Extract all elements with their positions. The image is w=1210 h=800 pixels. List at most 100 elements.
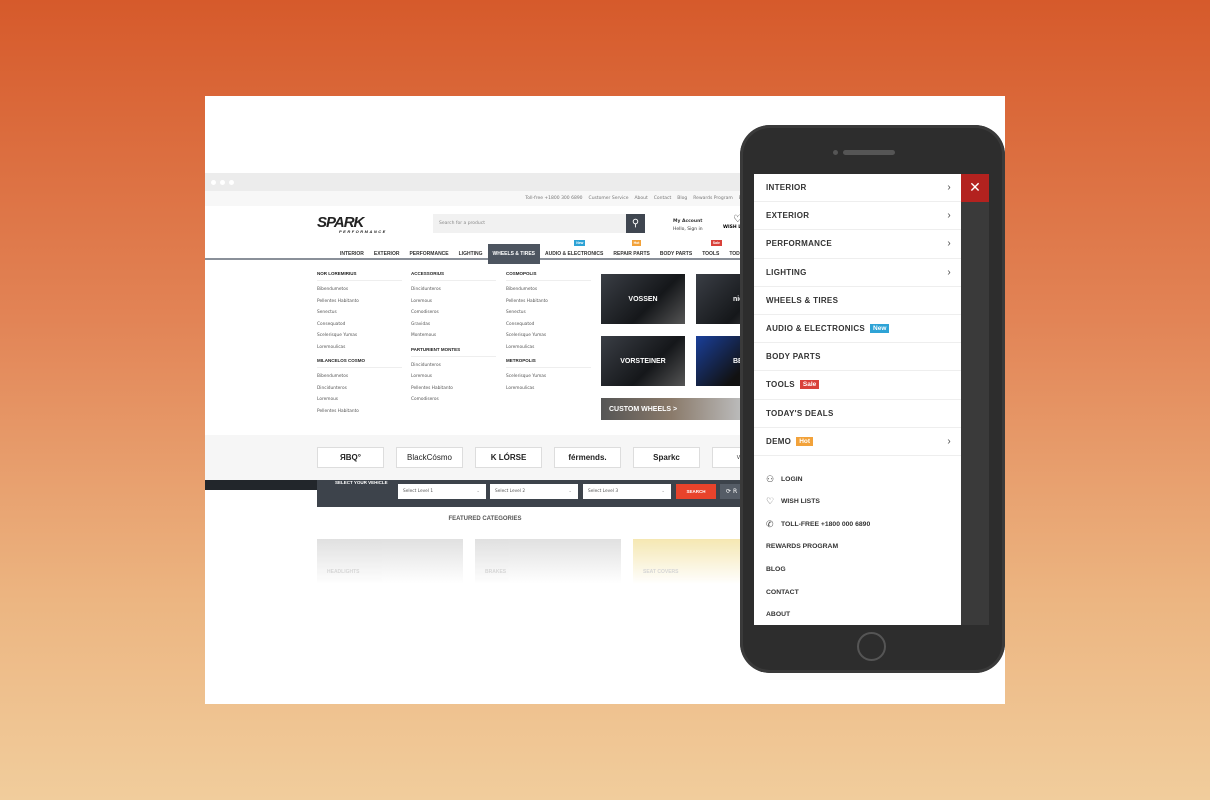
topbar-link[interactable]: Contact [654,196,672,201]
mobile-menu-item[interactable]: BODY PARTS [754,343,961,372]
badge-sale: Sale [710,240,722,246]
mega-link[interactable]: Pellentes Habitanto [506,299,591,311]
mega-link[interactable]: Bibendumetos [317,374,402,386]
mega-link[interactable]: Consequatod [317,322,402,334]
nav-item[interactable]: REPAIR PARTS Hot [608,240,654,264]
topbar-link[interactable]: Rewards Program [693,196,733,201]
mobile-menu-item[interactable]: DEMO Hot › [754,428,961,456]
brand-logo[interactable]: ЯBQ° [317,447,384,468]
mobile-link[interactable]: CONTACT [754,581,961,604]
mega-link[interactable]: Loremoulicas [317,345,402,357]
topbar-link[interactable]: Toll-free +1800 300 6890 [525,196,582,201]
logo[interactable]: SPARK PERFORMANCE [317,214,387,234]
level-1-select[interactable]: Select Level 1 ⌄ [398,484,486,499]
level-2-select[interactable]: Select Level 2 ⌄ [490,484,578,499]
mega-link[interactable]: Pellentes Habitanto [411,386,496,398]
mobile-menu-item[interactable]: AUDIO & ELECTRONICS New [754,315,961,344]
mega-link[interactable]: Scelerisque Yumas [317,333,402,345]
mega-link[interactable]: Scelerisque Yumas [506,374,591,386]
mega-link[interactable]: Scelerisque Yumas [506,333,591,345]
mobile-menu-item[interactable]: WHEELS & TIRES [754,287,961,315]
brand-logo[interactable]: K LÓRSE [475,447,542,468]
chevron-right-icon: › [947,210,951,222]
mega-link[interactable]: Loremoulicas [506,345,591,357]
category-card[interactable]: BRAKES [475,539,621,584]
search-input[interactable]: Search for a product ⚲ [433,214,645,233]
topbar-link[interactable]: About [634,196,647,201]
mobile-link[interactable]: ♡ WISH LISTS [754,490,961,513]
mega-column: ACCESSORIUS Dincidunteros Loremous Comodise… [411,271,496,409]
chevron-down-icon: ⌄ [476,489,480,494]
mobile-menu-item[interactable]: PERFORMANCE › [754,230,961,259]
mega-link[interactable]: Dincidunteros [411,363,496,375]
mobile-menu-item[interactable]: TODAY'S DEALS [754,400,961,428]
window-dot [229,180,234,185]
mega-link[interactable]: Loremous [411,299,496,311]
mega-link[interactable]: Bibendumetos [317,287,402,299]
mega-link[interactable]: Senectus [506,310,591,322]
nav-item[interactable]: PERFORMANCE [404,244,453,264]
nav-item[interactable]: EXTERIOR [369,244,405,264]
level-3-select[interactable]: Select Level 3 ⌄ [583,484,671,499]
mega-link[interactable]: Dincidunteros [317,386,402,398]
mobile-link[interactable]: ⚇ LOGIN [754,468,961,491]
custom-wheels-banner[interactable]: CUSTOM WHEELS > [601,398,741,420]
heart-icon: ♡ [766,496,775,507]
mobile-menu-item[interactable]: EXTERIOR › [754,202,961,231]
brand-logo[interactable]: BlackCósmo [396,447,463,468]
brand-logo[interactable]: férmends. [554,447,621,468]
nav-item[interactable]: AUDIO & ELECTRONICS New [540,240,608,264]
mega-column: NOR LOREMIRIUS Bibendumetos Pellentes Habi… [317,271,402,420]
nav-label: AUDIO & ELECTRONICS [545,251,604,257]
select-value: Select Level 3 [588,489,619,494]
nav-item[interactable]: LIGHTING [454,244,488,264]
mega-link[interactable]: Loremoulicas [506,386,591,398]
brands-strip: ЯBQ°BlackCósmoK LÓRSEférmends.SparkcView… [205,435,779,480]
nav-item[interactable]: TOOLS Sale [697,240,724,264]
brand-logo[interactable]: Sparkc [633,447,700,468]
mega-link[interactable]: Montemous [411,333,496,345]
close-menu-button[interactable]: ✕ [961,174,989,202]
chevron-right-icon: › [947,435,951,447]
mega-link[interactable]: Loremous [411,374,496,386]
nav-item[interactable]: WHEELS & TIRES [487,244,541,264]
account-link[interactable]: My Account Hello, Sign in [673,218,703,234]
select-value: Select Level 2 [495,489,526,494]
menu-label: LIGHTING [766,267,807,277]
topbar-link[interactable]: Blog [677,196,687,201]
mobile-link[interactable]: ABOUT [754,603,961,625]
search-button[interactable]: ⚲ [626,214,645,233]
mega-link[interactable]: Pellentes Habitanto [317,299,402,311]
brand-image[interactable]: VORSTEINER [601,336,685,386]
mega-link[interactable]: Dincidunteros [411,287,496,299]
chevron-right-icon: › [947,266,951,278]
chevron-right-icon: › [947,238,951,250]
nav-label: BODY PARTS [659,251,693,257]
nav-label: REPAIR PARTS [613,251,650,257]
mega-link[interactable]: Pellentes Habitanto [317,409,402,421]
mobile-menu-item[interactable]: INTERIOR › [754,174,961,203]
topbar-link[interactable]: Customer Service [589,196,629,201]
mega-link[interactable]: Comodiseros [411,397,496,409]
category-card[interactable]: HEADLIGHTS [317,539,463,584]
mobile-link[interactable]: REWARDS PROGRAM [754,536,961,559]
mega-link[interactable]: Bibendumetos [506,287,591,299]
chevron-down-icon: ⌄ [661,489,665,494]
vehicle-selector: SELECT YOUR VEHICLE Select Level 1 ⌄ Sele… [317,480,757,507]
mega-link[interactable]: Gravidas [411,322,496,334]
nav-item[interactable]: INTERIOR [335,244,369,264]
account-title: My Account [673,219,703,224]
mega-link[interactable]: Consequatod [506,322,591,334]
mega-link[interactable]: Senectus [317,310,402,322]
brand-image[interactable]: VOSSEN [601,274,685,324]
vehicle-search-button[interactable]: SEARCH [676,484,716,499]
mega-link[interactable]: Loremous [317,397,402,409]
nav-item[interactable]: BODY PARTS [655,244,697,264]
mega-link[interactable]: Comodiseros [411,310,496,322]
mobile-menu-item[interactable]: LIGHTING › [754,259,961,287]
mobile-menu-item[interactable]: TOOLS Sale [754,371,961,400]
chevron-right-icon: › [947,182,951,194]
mobile-link[interactable]: BLOG [754,558,961,581]
mobile-link[interactable]: ✆ TOLL-FREE +1800 000 6890 [754,513,961,536]
link-label: BLOG [766,566,786,574]
